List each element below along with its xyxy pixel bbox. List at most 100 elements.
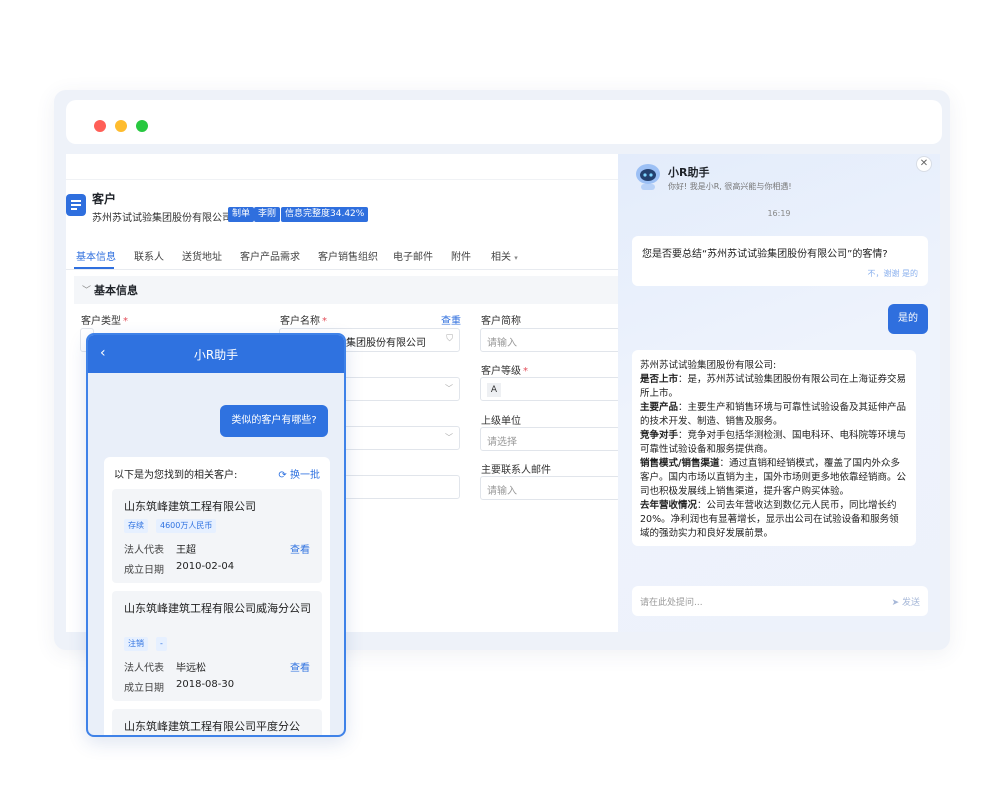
answer-item: 是否上市：是，苏州苏试试验集团股份有限公司在上海证券交易所上市。 — [640, 374, 907, 399]
close-icon[interactable]: ✕ — [916, 156, 932, 172]
rep-label: 法人代表 — [124, 663, 164, 674]
send-icon: ➤ — [891, 598, 900, 608]
assistant-greeting: 你好! 我是小R, 很高兴能与你相遇! — [668, 182, 792, 191]
refresh-label: 换一批 — [290, 470, 320, 481]
result-status-badge: 注销 — [124, 637, 148, 651]
level-value: A — [487, 383, 501, 397]
contact-email-input[interactable]: 请输入 — [480, 476, 618, 500]
required-icon: * — [523, 366, 528, 377]
level-select[interactable]: A — [480, 377, 618, 401]
customer-type-label: 客户类型 * — [81, 312, 128, 327]
date-label: 成立日期 — [124, 565, 164, 576]
answer-item-label: 主要产品 — [640, 402, 679, 413]
view-link[interactable]: 查看 — [290, 541, 310, 556]
result-name: 山东筑峰建筑工程有限公司 — [124, 500, 256, 513]
chevron-down-icon: ﹀ — [82, 286, 92, 296]
parent-select[interactable]: 请选择 — [480, 427, 618, 451]
panel-toolbar — [66, 154, 618, 180]
page-title: 客户 — [92, 192, 117, 206]
answer-item-label: 销售模式/销售渠道 — [640, 458, 720, 469]
answer-item: 去年营收情况：公司去年营收达到数亿元人民币，同比增长约20%。净利润也有显著增长… — [640, 500, 899, 539]
send-label: 发送 — [901, 598, 920, 608]
customer-name-label: 客户名称 * — [280, 312, 327, 327]
question-input[interactable]: 请在此处提问... ➤ 发送 — [632, 586, 928, 616]
answer-item-label: 是否上市 — [640, 374, 679, 385]
date-value: 2018-08-30 — [176, 679, 235, 690]
assistant-title: 小R助手 — [668, 166, 710, 179]
level-text: 客户等级 — [481, 366, 521, 377]
answer-item-label: 竞争对手 — [640, 430, 679, 441]
assistant-question: 您是否要总结“苏州苏试试验集团股份有限公司”的客情? — [642, 249, 888, 260]
contact-email-label: 主要联系人邮件 — [481, 465, 551, 476]
chevron-down-icon: ▾ — [514, 254, 518, 262]
answer-intro: 苏州苏试试验集团股份有限公司: — [640, 360, 777, 371]
rep-value: 毕远松 — [176, 663, 206, 674]
question-placeholder: 请在此处提问... — [640, 598, 703, 608]
result-capital-badge: 4600万人民币 — [156, 519, 217, 533]
rep-label: 法人代表 — [124, 545, 164, 556]
shield-icon[interactable]: ⛉ — [446, 334, 453, 344]
document-icon — [66, 194, 86, 216]
results-header: 以下是为您找到的相关客户: — [114, 470, 238, 481]
tab-related[interactable]: 相关 ▾ — [491, 248, 518, 263]
answer-item-text: 竞争对手包括华测检测、国电科环、电科院等环境与可靠性试验设备和服务提供商。 — [640, 430, 907, 455]
rep-value: 王超 — [176, 545, 196, 556]
result-name: 山东筑峰建筑工程有限公司平度分公 — [124, 720, 300, 733]
status-badge: 制单 — [228, 207, 255, 222]
maximize-window-button[interactable] — [136, 120, 148, 132]
tab-sales-org[interactable]: 客户销售组织 — [318, 248, 378, 263]
tab-contacts[interactable]: 联系人 — [134, 248, 164, 263]
answer-item-text: 是，苏州苏试试验集团股份有限公司在上海证券交易所上市。 — [640, 374, 907, 399]
section-title: 基本信息 — [94, 284, 138, 297]
assistant-answer: 苏州苏试试验集团股份有限公司: 是否上市：是，苏州苏试试验集团股份有限公司在上海… — [632, 350, 916, 546]
company-name: 苏州苏试试验集团股份有限公司 — [92, 213, 232, 224]
result-item[interactable]: 山东筑峰建筑工程有限公司威海分公司 注销 - 法人代表 毕远松 查看 成立日期 … — [112, 591, 322, 701]
owner-badge: 李刚 — [254, 207, 281, 222]
reply-actions[interactable]: 不，谢谢 是的 — [867, 268, 918, 279]
result-item[interactable]: 山东筑峰建筑工程有限公司平度分公 — [112, 709, 322, 735]
mobile-title: 小R助手 — [193, 348, 239, 362]
answer-item: 竞争对手：竞争对手包括华测检测、国电科环、电科院等环境与可靠性试验设备和服务提供… — [640, 430, 907, 455]
tab-delivery-address[interactable]: 送货地址 — [182, 248, 222, 263]
assistant-message: 您是否要总结“苏州苏试试验集团股份有限公司”的客情? 不，谢谢 是的 — [632, 236, 928, 286]
tab-basic-info[interactable]: 基本信息 — [76, 248, 116, 263]
level-label: 客户等级 * — [481, 362, 528, 377]
close-window-button[interactable] — [94, 120, 106, 132]
refresh-button[interactable]: ⟳ 换一批 — [278, 466, 320, 481]
answer-item: 主要产品：主要生产和销售环境与可靠性试验设备及其延伸产品的技术开发、制造、销售及… — [640, 402, 907, 427]
answer-item-label: 去年营收情况 — [640, 500, 698, 511]
results-card: 以下是为您找到的相关客户: ⟳ 换一批 山东筑峰建筑工程有限公司 存续 4600… — [104, 457, 330, 735]
required-icon: * — [123, 316, 128, 327]
result-name: 山东筑峰建筑工程有限公司威海分公司 — [124, 602, 311, 615]
refresh-icon: ⟳ — [278, 470, 287, 481]
mobile-assistant-window: ‹ 小R助手 类似的客户有哪些? 以下是为您找到的相关客户: ⟳ 换一批 山东筑… — [86, 333, 346, 737]
date-value: 2010-02-04 — [176, 561, 235, 572]
active-tab-indicator — [74, 267, 114, 269]
completeness-badge: 信息完整度34.42% — [281, 207, 369, 222]
result-capital-badge: - — [156, 637, 167, 651]
user-message: 是的 — [888, 304, 928, 334]
short-name-label: 客户简称 — [481, 316, 521, 327]
tab-product-needs[interactable]: 客户产品需求 — [240, 248, 300, 263]
tab-email[interactable]: 电子邮件 — [393, 248, 433, 263]
assistant-panel: 小R助手 你好! 我是小R, 很高兴能与你相遇! ✕ 16:19 您是否要总结“… — [618, 154, 940, 632]
chevron-down-icon: ﹀ — [445, 433, 453, 442]
date-label: 成立日期 — [124, 683, 164, 694]
chevron-down-icon: ﹀ — [445, 384, 453, 393]
view-link[interactable]: 查看 — [290, 659, 310, 674]
short-name-input[interactable]: 请输入 — [480, 328, 618, 352]
customer-type-text: 客户类型 — [81, 316, 121, 327]
user-message: 类似的客户有哪些? — [220, 405, 328, 437]
section-header-basic-info[interactable]: ﹀ 基本信息 — [74, 276, 618, 304]
tab-attachments[interactable]: 附件 — [451, 248, 471, 263]
result-item[interactable]: 山东筑峰建筑工程有限公司 存续 4600万人民币 法人代表 王超 查看 成立日期… — [112, 489, 322, 583]
required-icon: * — [322, 316, 327, 327]
answer-item-text: 主要生产和销售环境与可靠性试验设备及其延伸产品的技术开发、制造、销售及服务。 — [640, 402, 907, 427]
send-button[interactable]: ➤ 发送 — [892, 595, 920, 608]
window-titlebar — [66, 100, 942, 144]
answer-item: 销售模式/销售渠道：通过直销和经销模式，覆盖了国内外众多客户。国内市场以直销为主… — [640, 458, 907, 497]
duplicate-check-link[interactable]: 查重 — [441, 312, 461, 327]
tab-related-label: 相关 — [491, 252, 511, 263]
minimize-window-button[interactable] — [115, 120, 127, 132]
customer-name-text: 客户名称 — [280, 316, 320, 327]
